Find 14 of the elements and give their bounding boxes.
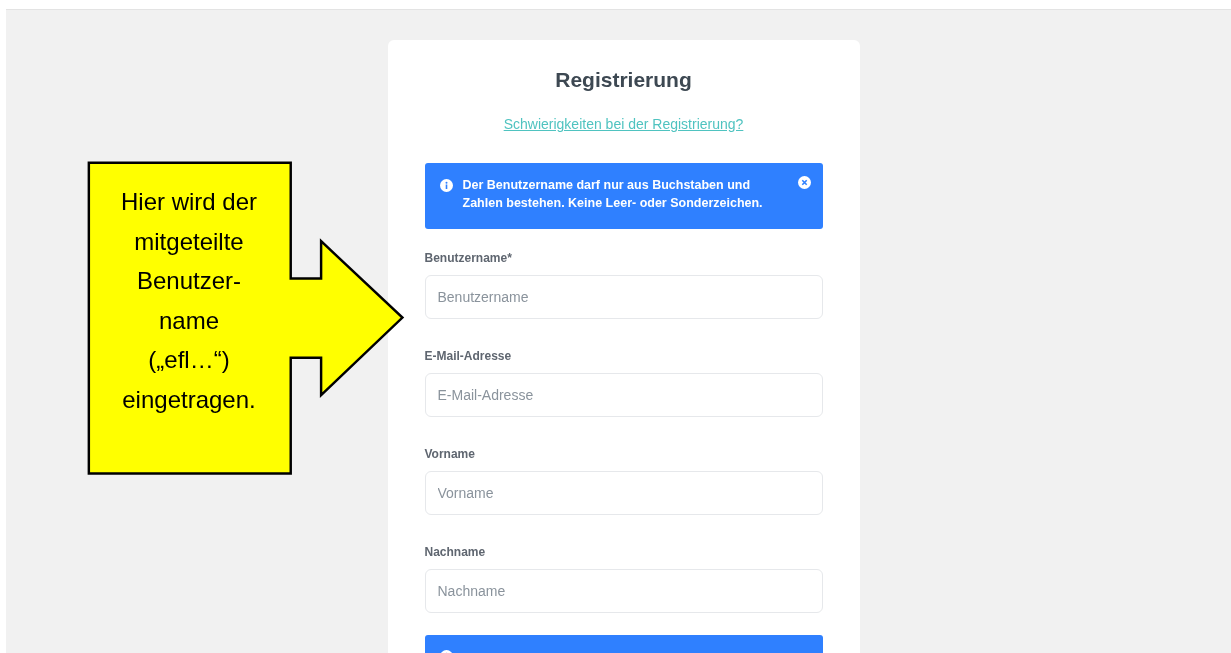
input-field[interactable]: Benutzername bbox=[424, 275, 823, 319]
field-label: Benutzername* bbox=[424, 251, 513, 265]
field-label: Vorname bbox=[424, 447, 476, 461]
input-field[interactable]: E-Mail-Adresse bbox=[424, 373, 823, 417]
field-label: Nachname bbox=[424, 545, 487, 559]
input-field[interactable]: Vorname bbox=[424, 471, 823, 515]
close-icon[interactable] bbox=[797, 176, 811, 189]
help-link[interactable]: Schwierigkeiten bei der Registrierung? bbox=[503, 116, 744, 132]
input-field[interactable]: Nachname bbox=[424, 569, 823, 613]
form-title: Registrierung bbox=[554, 68, 693, 92]
field-label: E-Mail-Adresse bbox=[424, 349, 513, 363]
alert-message: Der Benutzername darf nur aus Buchstaben und Zahlen bestehen. Keine Leer- oder Sonderzeichen. bbox=[462, 177, 764, 212]
info-icon bbox=[439, 179, 453, 192]
callout-text: Hier wird der mitgeteilte Benutzer- name („efl…“) eingetragen. bbox=[120, 187, 258, 415]
